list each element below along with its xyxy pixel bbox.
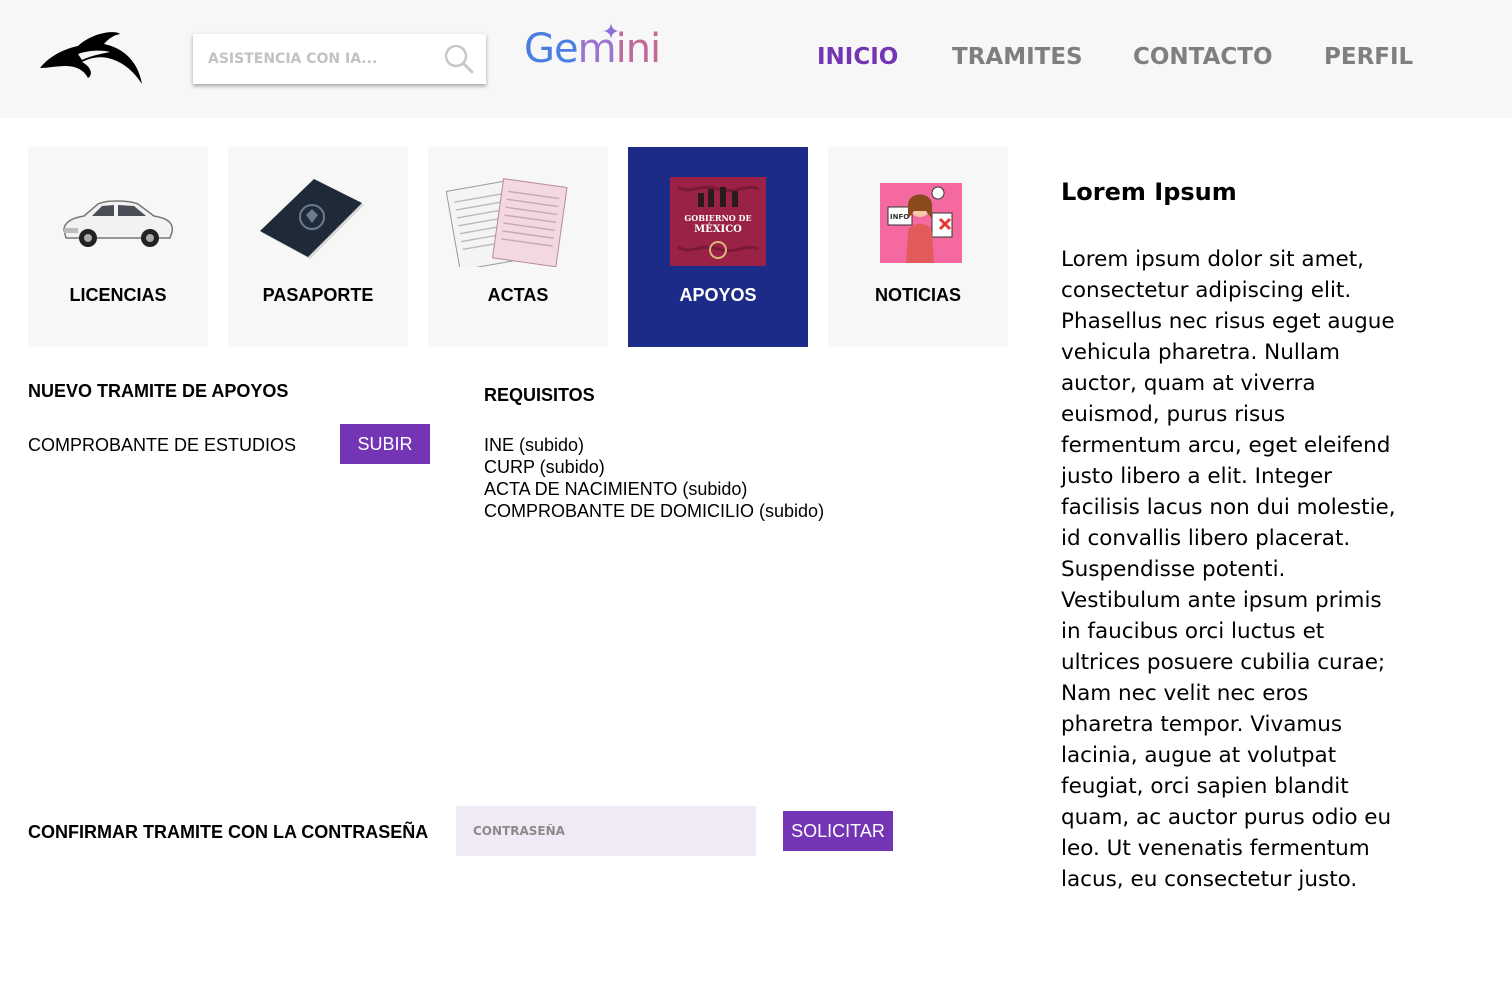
card-licencias[interactable]: LICENCIAS (28, 147, 208, 347)
certificate-documents-icon (446, 178, 568, 267)
car-icon (63, 200, 174, 247)
requirements-title: REQUISITOS (484, 385, 595, 405)
confirm-label: CONFIRMAR TRAMITE CON LA CONTRASEÑA (28, 822, 429, 842)
card-noticias[interactable]: INFO NOTICIAS (828, 147, 1008, 347)
sidebar-title: Lorem Ipsum (1061, 178, 1237, 206)
requirement-item: CURP (subido) (484, 457, 605, 477)
card-label: APOYOS (679, 285, 757, 305)
nav-inicio[interactable]: INICIO (817, 44, 898, 70)
seal-text: GOBIERNO DE (684, 213, 751, 223)
passport-icon (260, 179, 364, 259)
card-pasaporte[interactable]: PASAPORTE (228, 147, 408, 347)
card-apoyos[interactable]: GOBIERNO DE MÉXICO APOYOS (628, 147, 808, 347)
nav-perfil[interactable]: PERFIL (1324, 44, 1413, 70)
card-actas[interactable]: ACTAS (428, 147, 608, 347)
password-input[interactable] (456, 806, 756, 856)
requirement-item: COMPROBANTE DE DOMICILIO (subido) (484, 501, 825, 521)
card-label: LICENCIAS (69, 285, 167, 305)
gobierno-de-mexico-seal-icon: GOBIERNO DE MÉXICO (670, 177, 766, 266)
form-title: NUEVO TRAMITE DE APOYOS (28, 381, 289, 401)
requirement-item: INE (subido) (484, 435, 585, 455)
badge-text: INFO (890, 213, 909, 221)
password-field[interactable] (456, 806, 756, 856)
sidebar-body: Lorem ipsum dolor sit amet, consectetur … (1061, 247, 1396, 892)
dolphin-logo-icon[interactable] (38, 28, 144, 86)
card-label: NOTICIAS (874, 285, 961, 305)
ai-search-input[interactable] (193, 34, 433, 84)
gemini-logo-part: ini (615, 26, 662, 72)
card-label: PASAPORTE (262, 285, 374, 305)
search-icon[interactable] (444, 44, 474, 74)
gemini-sparkle-icon (603, 23, 619, 39)
upload-button[interactable]: SUBIR (340, 424, 430, 464)
ai-search-box[interactable] (193, 34, 486, 84)
header: Gemini INICIO TRAMITES CONTACTO PERFIL (0, 0, 1512, 118)
nav-contacto[interactable]: CONTACTO (1133, 44, 1273, 70)
seal-text: MÉXICO (694, 223, 742, 235)
news-reporter-icon: INFO (880, 183, 962, 263)
gemini-logo-part: Ge (524, 26, 579, 72)
requirements-list: INE (subido) CURP (subido) ACTA DE NACIM… (484, 434, 824, 522)
card-label: ACTAS (487, 285, 549, 305)
gemini-logo[interactable]: Gemini (524, 26, 662, 72)
nav-tramites[interactable]: TRAMITES (952, 44, 1083, 70)
solicitar-button[interactable]: SOLICITAR (783, 811, 893, 851)
upload-label: COMPROBANTE DE ESTUDIOS (28, 435, 297, 455)
requirement-item: ACTA DE NACIMIENTO (subido) (484, 479, 748, 499)
